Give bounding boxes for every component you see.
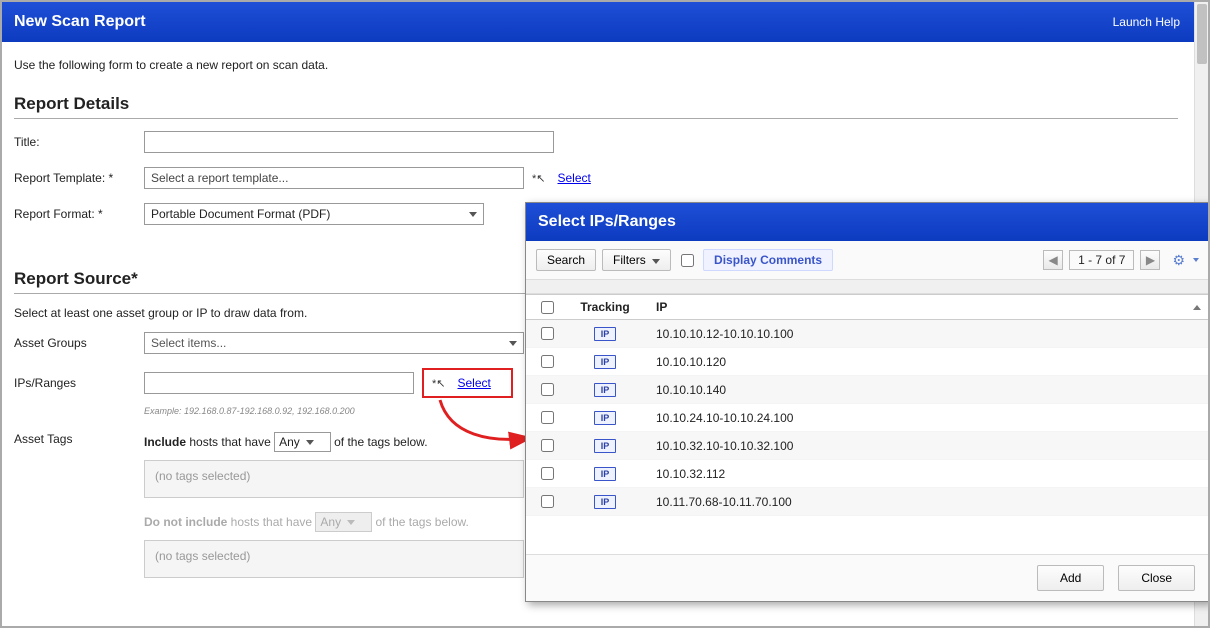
ips-input[interactable] bbox=[144, 372, 414, 394]
row-checkbox[interactable] bbox=[541, 439, 554, 452]
chevron-down-icon bbox=[306, 440, 314, 445]
table-row[interactable]: IP 10.10.32.10-10.10.32.100 bbox=[526, 432, 1209, 460]
table-body: IP 10.10.10.12-10.10.10.100 IP 10.10.10.120… bbox=[526, 320, 1209, 554]
title-label: Title: bbox=[14, 135, 144, 149]
display-comments-button[interactable]: Display Comments bbox=[703, 249, 833, 271]
include-post: of the tags below. bbox=[334, 435, 427, 449]
template-select-link[interactable]: Select bbox=[558, 171, 591, 185]
page-range: 1 - 7 of 7 bbox=[1069, 250, 1134, 270]
scrollbar-thumb[interactable] bbox=[1197, 4, 1207, 64]
title-input[interactable] bbox=[144, 131, 554, 153]
format-select[interactable]: Portable Document Format (PDF) bbox=[144, 203, 484, 225]
chevron-down-icon bbox=[347, 520, 355, 525]
row-checkbox[interactable] bbox=[541, 327, 554, 340]
table-row[interactable]: IP 10.10.32.112 bbox=[526, 460, 1209, 488]
table-row[interactable]: IP 10.10.10.120 bbox=[526, 348, 1209, 376]
table-header: Tracking IP bbox=[526, 294, 1209, 320]
section-report-details: Report Details bbox=[14, 94, 1178, 119]
table-row[interactable]: IP 10.10.24.10-10.10.24.100 bbox=[526, 404, 1209, 432]
donot-any-select: Any bbox=[315, 512, 372, 532]
table-row[interactable]: IP 10.10.10.140 bbox=[526, 376, 1209, 404]
page-header: New Scan Report Launch Help bbox=[2, 2, 1194, 42]
ip-badge: IP bbox=[594, 495, 617, 509]
row-checkbox[interactable] bbox=[541, 495, 554, 508]
row-checkbox[interactable] bbox=[541, 467, 554, 480]
sort-asc-icon bbox=[1193, 305, 1201, 310]
format-select-value: Portable Document Format (PDF) bbox=[151, 207, 330, 221]
include-mid: hosts that have bbox=[189, 435, 270, 449]
donot-tags-box: (no tags selected) bbox=[144, 540, 524, 578]
ip-cell: 10.10.32.10-10.10.32.100 bbox=[650, 439, 1201, 453]
modal-title: Select IPs/Ranges bbox=[526, 203, 1209, 241]
ip-cell: 10.11.70.68-10.11.70.100 bbox=[650, 495, 1201, 509]
ip-cell: 10.10.10.140 bbox=[650, 383, 1201, 397]
ip-badge: IP bbox=[594, 411, 617, 425]
next-page-button[interactable]: ▶ bbox=[1140, 250, 1160, 270]
intro-text: Use the following form to create a new r… bbox=[14, 58, 1182, 72]
toolbar-checkbox[interactable] bbox=[681, 254, 694, 267]
asset-groups-placeholder: Select items... bbox=[151, 336, 226, 350]
ip-cell: 10.10.10.120 bbox=[650, 355, 1201, 369]
cursor-icon: *↖ bbox=[432, 377, 446, 390]
ips-select-link[interactable]: Select bbox=[458, 376, 491, 390]
template-select[interactable]: Select a report template... bbox=[144, 167, 524, 189]
table-row[interactable]: IP 10.11.70.68-10.11.70.100 bbox=[526, 488, 1209, 516]
search-button[interactable]: Search bbox=[536, 249, 596, 271]
asset-groups-label: Asset Groups bbox=[14, 336, 144, 350]
prev-page-button[interactable]: ◀ bbox=[1043, 250, 1063, 270]
include-tags-box[interactable]: (no tags selected) bbox=[144, 460, 524, 498]
template-label: Report Template: * bbox=[14, 171, 144, 185]
include-pre: Include bbox=[144, 435, 186, 449]
chevron-down-icon bbox=[469, 212, 477, 217]
ip-cell: 10.10.24.10-10.10.24.100 bbox=[650, 411, 1201, 425]
select-ips-modal: Select IPs/Ranges Search Filters Display… bbox=[525, 202, 1210, 602]
modal-toolbar: Search Filters Display Comments ◀ 1 - 7 … bbox=[526, 241, 1209, 280]
format-label: Report Format: * bbox=[14, 207, 144, 221]
cursor-icon: *↖ bbox=[532, 172, 546, 185]
page-title: New Scan Report bbox=[14, 13, 146, 31]
select-highlight: *↖ Select bbox=[422, 368, 513, 398]
select-all-checkbox[interactable] bbox=[541, 301, 554, 314]
modal-footer: Add Close bbox=[526, 554, 1209, 601]
launch-help-link[interactable]: Launch Help bbox=[1113, 15, 1180, 29]
donot-post: of the tags below. bbox=[375, 515, 468, 529]
chevron-down-icon bbox=[652, 259, 660, 264]
asset-groups-select[interactable]: Select items... bbox=[144, 332, 524, 354]
include-any-select[interactable]: Any bbox=[274, 432, 331, 452]
ip-badge: IP bbox=[594, 327, 617, 341]
filters-button[interactable]: Filters bbox=[602, 249, 671, 271]
donot-mid: hosts that have bbox=[231, 515, 312, 529]
ip-badge: IP bbox=[594, 355, 617, 369]
ips-label: IPs/Ranges bbox=[14, 376, 144, 390]
chevron-down-icon bbox=[509, 341, 517, 346]
gear-icon[interactable]: ⚙ bbox=[1172, 252, 1185, 269]
add-button[interactable]: Add bbox=[1037, 565, 1104, 591]
chevron-down-icon bbox=[1193, 258, 1199, 262]
close-button[interactable]: Close bbox=[1118, 565, 1195, 591]
ip-badge: IP bbox=[594, 439, 617, 453]
row-checkbox[interactable] bbox=[541, 355, 554, 368]
row-checkbox[interactable] bbox=[541, 411, 554, 424]
tracking-header[interactable]: Tracking bbox=[560, 300, 650, 314]
asset-tags-label: Asset Tags bbox=[14, 432, 144, 446]
ip-cell: 10.10.32.112 bbox=[650, 467, 1201, 481]
ip-header[interactable]: IP bbox=[656, 300, 667, 314]
donot-pre: Do not include bbox=[144, 515, 227, 529]
row-checkbox[interactable] bbox=[541, 383, 554, 396]
ip-badge: IP bbox=[594, 383, 617, 397]
template-select-value: Select a report template... bbox=[151, 171, 288, 185]
ip-badge: IP bbox=[594, 467, 617, 481]
ip-cell: 10.10.10.12-10.10.10.100 bbox=[650, 327, 1201, 341]
table-row[interactable]: IP 10.10.10.12-10.10.10.100 bbox=[526, 320, 1209, 348]
